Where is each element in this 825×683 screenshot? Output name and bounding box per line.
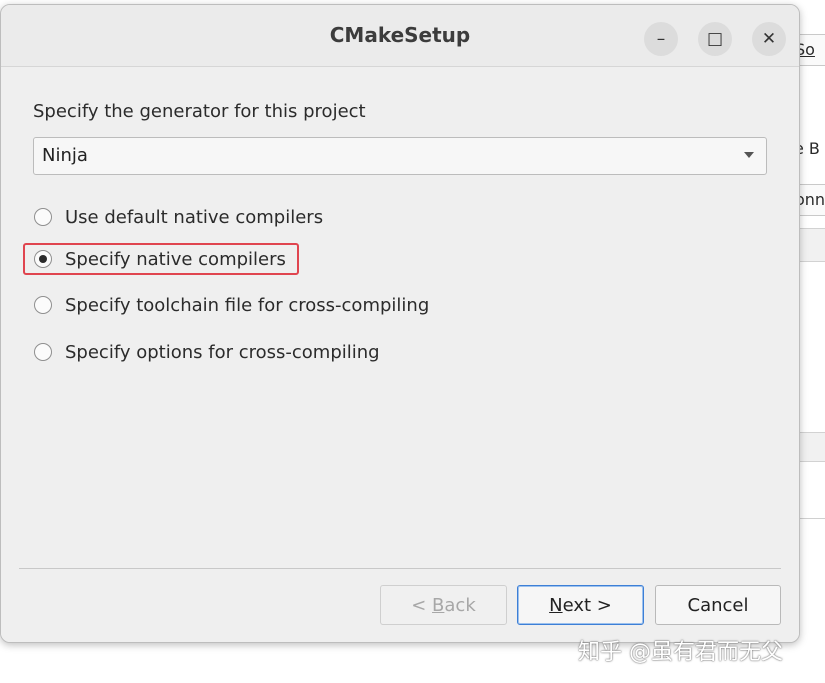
minimize-button[interactable]: – xyxy=(644,22,678,56)
watermark: 知乎 @虽有君而无父 xyxy=(578,640,783,665)
next-button-rest: ext > xyxy=(562,594,612,616)
close-icon: ✕ xyxy=(761,29,777,49)
radio-option-cross-compiling-options[interactable]: Specify options for cross-compiling xyxy=(34,339,380,365)
chevron-down-icon xyxy=(744,152,754,158)
radio-option-default-compilers[interactable]: Use default native compilers xyxy=(34,204,323,230)
generator-select[interactable]: Ninja xyxy=(33,137,767,175)
minimize-icon: – xyxy=(656,29,666,49)
cancel-button[interactable]: Cancel xyxy=(655,585,781,625)
button-divider xyxy=(19,568,781,569)
back-button-prefix: < xyxy=(411,594,433,616)
next-button-mnemonic: N xyxy=(549,594,563,616)
radio-option-toolchain-file[interactable]: Specify toolchain file for cross-compili… xyxy=(34,292,429,318)
radio-button-toolchain-file[interactable] xyxy=(34,296,52,314)
dialog-content: Specify the generator for this project N… xyxy=(1,67,799,642)
back-button-rest: ack xyxy=(444,594,476,616)
title-bar[interactable]: CMakeSetup – □ ✕ xyxy=(1,5,799,67)
radio-label-cross-compiling-options: Specify options for cross-compiling xyxy=(65,341,380,363)
back-button-mnemonic: B xyxy=(432,594,445,616)
radio-button-cross-compiling-options[interactable] xyxy=(34,343,52,361)
generator-select-value: Ninja xyxy=(42,145,88,166)
maximize-button[interactable]: □ xyxy=(698,22,732,56)
radio-button-default-compilers[interactable] xyxy=(34,208,52,226)
back-button[interactable]: < Back xyxy=(380,585,507,625)
maximize-icon: □ xyxy=(706,29,724,49)
dialog-title: CMakeSetup xyxy=(329,23,471,47)
next-button[interactable]: Next > xyxy=(517,585,644,625)
close-button[interactable]: ✕ xyxy=(752,22,786,56)
radio-option-native-compilers[interactable]: Specify native compilers xyxy=(34,246,286,272)
cmakesetup-dialog: CMakeSetup – □ ✕ Specify the generator f… xyxy=(0,4,800,643)
radio-button-native-compilers[interactable] xyxy=(34,250,52,268)
radio-label-toolchain-file: Specify toolchain file for cross-compili… xyxy=(65,294,430,316)
cancel-button-label: Cancel xyxy=(687,594,749,616)
generator-label: Specify the generator for this project xyxy=(33,101,366,122)
radio-label-default-compilers: Use default native compilers xyxy=(65,206,324,228)
radio-label-native-compilers: Specify native compilers xyxy=(65,248,286,270)
